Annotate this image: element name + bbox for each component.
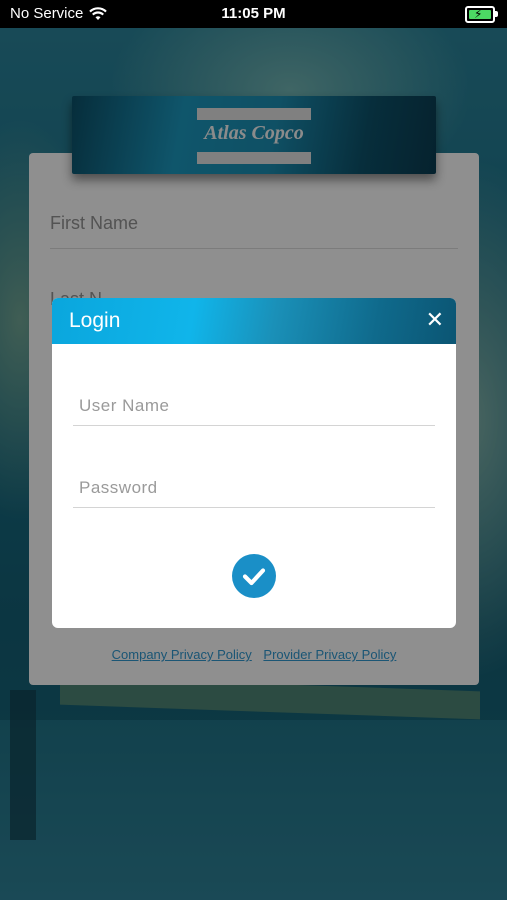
login-dialog: Login ✕: [52, 298, 456, 628]
battery-icon: ⚡: [465, 6, 498, 23]
dialog-title: Login: [69, 309, 121, 332]
checkmark-icon: [242, 568, 266, 586]
submit-button[interactable]: [232, 554, 276, 598]
status-right: ⚡: [465, 6, 498, 23]
username-input[interactable]: [73, 386, 435, 426]
charging-bolt-icon: ⚡: [474, 7, 483, 21]
dialog-header: Login ✕: [52, 298, 456, 344]
password-input[interactable]: [73, 468, 435, 508]
status-bar: No Service 11:05 PM ⚡: [0, 0, 507, 28]
close-icon[interactable]: ✕: [426, 309, 444, 331]
clock: 11:05 PM: [221, 5, 286, 22]
